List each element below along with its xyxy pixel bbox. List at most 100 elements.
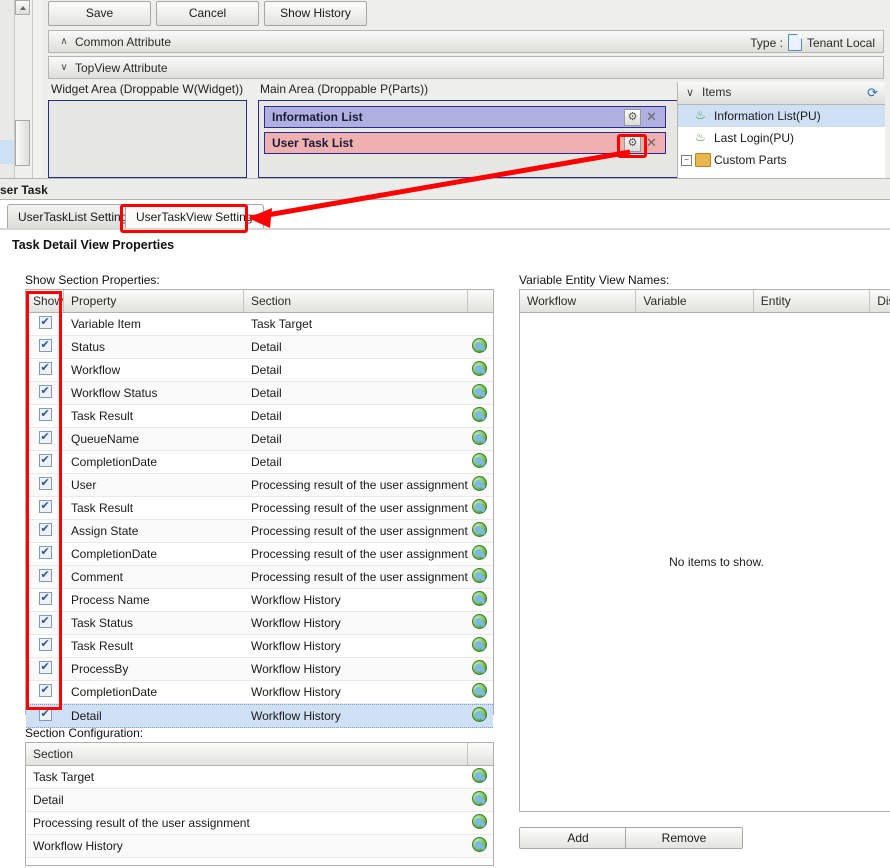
globe-icon[interactable] <box>472 453 487 468</box>
table-row[interactable]: Assign State Processing result of the use… <box>26 520 493 543</box>
cancel-button[interactable]: Cancel <box>156 1 259 26</box>
show-checkbox[interactable] <box>26 684 64 700</box>
row-action-cell[interactable] <box>468 384 493 402</box>
item-custom-parts[interactable]: − Custom Parts <box>678 149 885 171</box>
gear-icon[interactable]: ⚙ <box>624 134 641 152</box>
row-action-cell[interactable] <box>468 814 493 832</box>
part-user-task-list[interactable]: User Task List ⚙ ✕ <box>264 132 666 154</box>
checkbox-checked-icon[interactable] <box>38 500 52 513</box>
globe-icon[interactable] <box>472 407 487 422</box>
table-row[interactable]: QueueName Detail <box>26 428 493 451</box>
row-action-cell[interactable] <box>468 407 493 425</box>
tree-expander-icon[interactable]: − <box>681 155 692 166</box>
globe-icon[interactable] <box>472 768 487 783</box>
show-checkbox[interactable] <box>26 523 64 539</box>
show-checkbox[interactable] <box>26 454 64 470</box>
save-button[interactable]: Save <box>48 1 151 26</box>
globe-icon[interactable] <box>472 499 487 514</box>
table-row[interactable]: Task Result Detail <box>26 405 493 428</box>
row-action-cell[interactable] <box>468 591 493 609</box>
show-checkbox[interactable] <box>26 546 64 562</box>
row-action-cell[interactable] <box>468 522 493 540</box>
show-checkbox[interactable] <box>26 615 64 631</box>
table-row[interactable]: Detail <box>26 789 493 812</box>
checkbox-checked-icon[interactable] <box>38 362 52 375</box>
checkbox-checked-icon[interactable] <box>38 477 52 490</box>
row-action-cell[interactable] <box>468 660 493 678</box>
row-action-cell[interactable] <box>468 683 493 701</box>
show-checkbox[interactable] <box>26 477 64 493</box>
part-information-list[interactable]: Information List ⚙ ✕ <box>264 106 666 128</box>
checkbox-checked-icon[interactable] <box>38 385 52 398</box>
variable-entity-table[interactable]: Workflow Variable Entity Dis No items to… <box>519 289 890 812</box>
show-checkbox[interactable] <box>26 661 64 677</box>
expand-caret-down-icon[interactable]: ∨ <box>58 62 70 74</box>
gear-icon[interactable]: ⚙ <box>624 108 641 126</box>
close-icon[interactable]: ✕ <box>643 135 660 152</box>
checkbox-checked-icon[interactable] <box>38 569 52 582</box>
show-section-properties-table[interactable]: Show Property Section Variable Item Task … <box>25 289 494 728</box>
column-header-section[interactable]: Section <box>244 290 468 312</box>
column-header-section[interactable]: Section <box>26 743 468 765</box>
show-checkbox[interactable] <box>26 431 64 447</box>
show-checkbox[interactable] <box>26 500 64 516</box>
show-checkbox[interactable] <box>26 638 64 654</box>
row-action-cell[interactable] <box>468 768 493 786</box>
globe-icon[interactable] <box>472 361 487 376</box>
globe-icon[interactable] <box>472 430 487 445</box>
globe-icon[interactable] <box>472 568 487 583</box>
table-row[interactable]: ProcessBy Workflow History <box>26 658 493 681</box>
scrollbar-thumb[interactable] <box>15 120 30 166</box>
section-configuration-table[interactable]: Section Task Target Detail Processing resu… <box>25 742 494 866</box>
widget-area-dropzone[interactable] <box>48 100 247 178</box>
row-action-cell[interactable] <box>468 791 493 809</box>
column-header-workflow[interactable]: Workflow <box>520 290 637 312</box>
column-header-entity[interactable]: Entity <box>754 290 871 312</box>
row-action-cell[interactable] <box>468 453 493 471</box>
row-action-cell[interactable] <box>468 568 493 586</box>
refresh-icon[interactable]: ⟳ <box>867 85 878 101</box>
table-row[interactable]: CompletionDate Detail <box>26 451 493 474</box>
table-row[interactable]: Variable Item Task Target <box>26 313 493 336</box>
row-action-cell[interactable] <box>468 707 493 725</box>
tab-usertaskview-setting[interactable]: UserTaskView Setting <box>125 204 264 229</box>
show-checkbox[interactable] <box>26 708 64 724</box>
globe-icon[interactable] <box>472 660 487 675</box>
table-row[interactable]: CompletionDate Workflow History <box>26 681 493 704</box>
remove-button[interactable]: Remove <box>625 827 743 849</box>
checkbox-checked-icon[interactable] <box>38 339 52 352</box>
show-checkbox[interactable] <box>26 569 64 585</box>
table-row[interactable]: Processing result of the user assignment <box>26 812 493 835</box>
table-row[interactable]: Task Result Workflow History <box>26 635 493 658</box>
main-area-dropzone[interactable]: Information List ⚙ ✕ User Task List ⚙ ✕ <box>258 100 680 178</box>
tab-usertasklist-setting[interactable]: UserTaskList Setting <box>7 204 139 229</box>
row-action-cell[interactable] <box>468 430 493 448</box>
checkbox-checked-icon[interactable] <box>38 316 52 329</box>
table-row[interactable]: User Processing result of the user assign… <box>26 474 493 497</box>
column-header-property[interactable]: Property <box>64 290 244 312</box>
close-icon[interactable]: ✕ <box>643 109 660 126</box>
checkbox-checked-icon[interactable] <box>38 431 52 444</box>
checkbox-checked-icon[interactable] <box>38 454 52 467</box>
column-header-action[interactable] <box>468 743 493 765</box>
table-row[interactable]: CompletionDate Processing result of the u… <box>26 543 493 566</box>
caret-down-icon[interactable]: ∨ <box>686 86 694 99</box>
column-header-display[interactable]: Dis <box>870 290 890 312</box>
table-row[interactable]: Comment Processing result of the user ass… <box>26 566 493 589</box>
scroll-up-arrow-icon[interactable] <box>15 0 30 15</box>
show-checkbox[interactable] <box>26 362 64 378</box>
globe-icon[interactable] <box>472 384 487 399</box>
column-header-action[interactable] <box>468 290 493 312</box>
globe-icon[interactable] <box>472 791 487 806</box>
column-header-variable[interactable]: Variable <box>636 290 754 312</box>
item-last-login-pu[interactable]: ♨ Last Login(PU) <box>678 127 885 149</box>
table-row[interactable]: Process Name Workflow History <box>26 589 493 612</box>
table-row[interactable]: Workflow Status Detail <box>26 382 493 405</box>
globe-icon[interactable] <box>472 837 487 852</box>
checkbox-checked-icon[interactable] <box>38 684 52 697</box>
checkbox-checked-icon[interactable] <box>38 615 52 628</box>
topview-attribute-bar[interactable]: ∨ TopView Attribute <box>48 56 884 79</box>
checkbox-checked-icon[interactable] <box>38 546 52 559</box>
globe-icon[interactable] <box>472 522 487 537</box>
show-checkbox[interactable] <box>26 592 64 608</box>
